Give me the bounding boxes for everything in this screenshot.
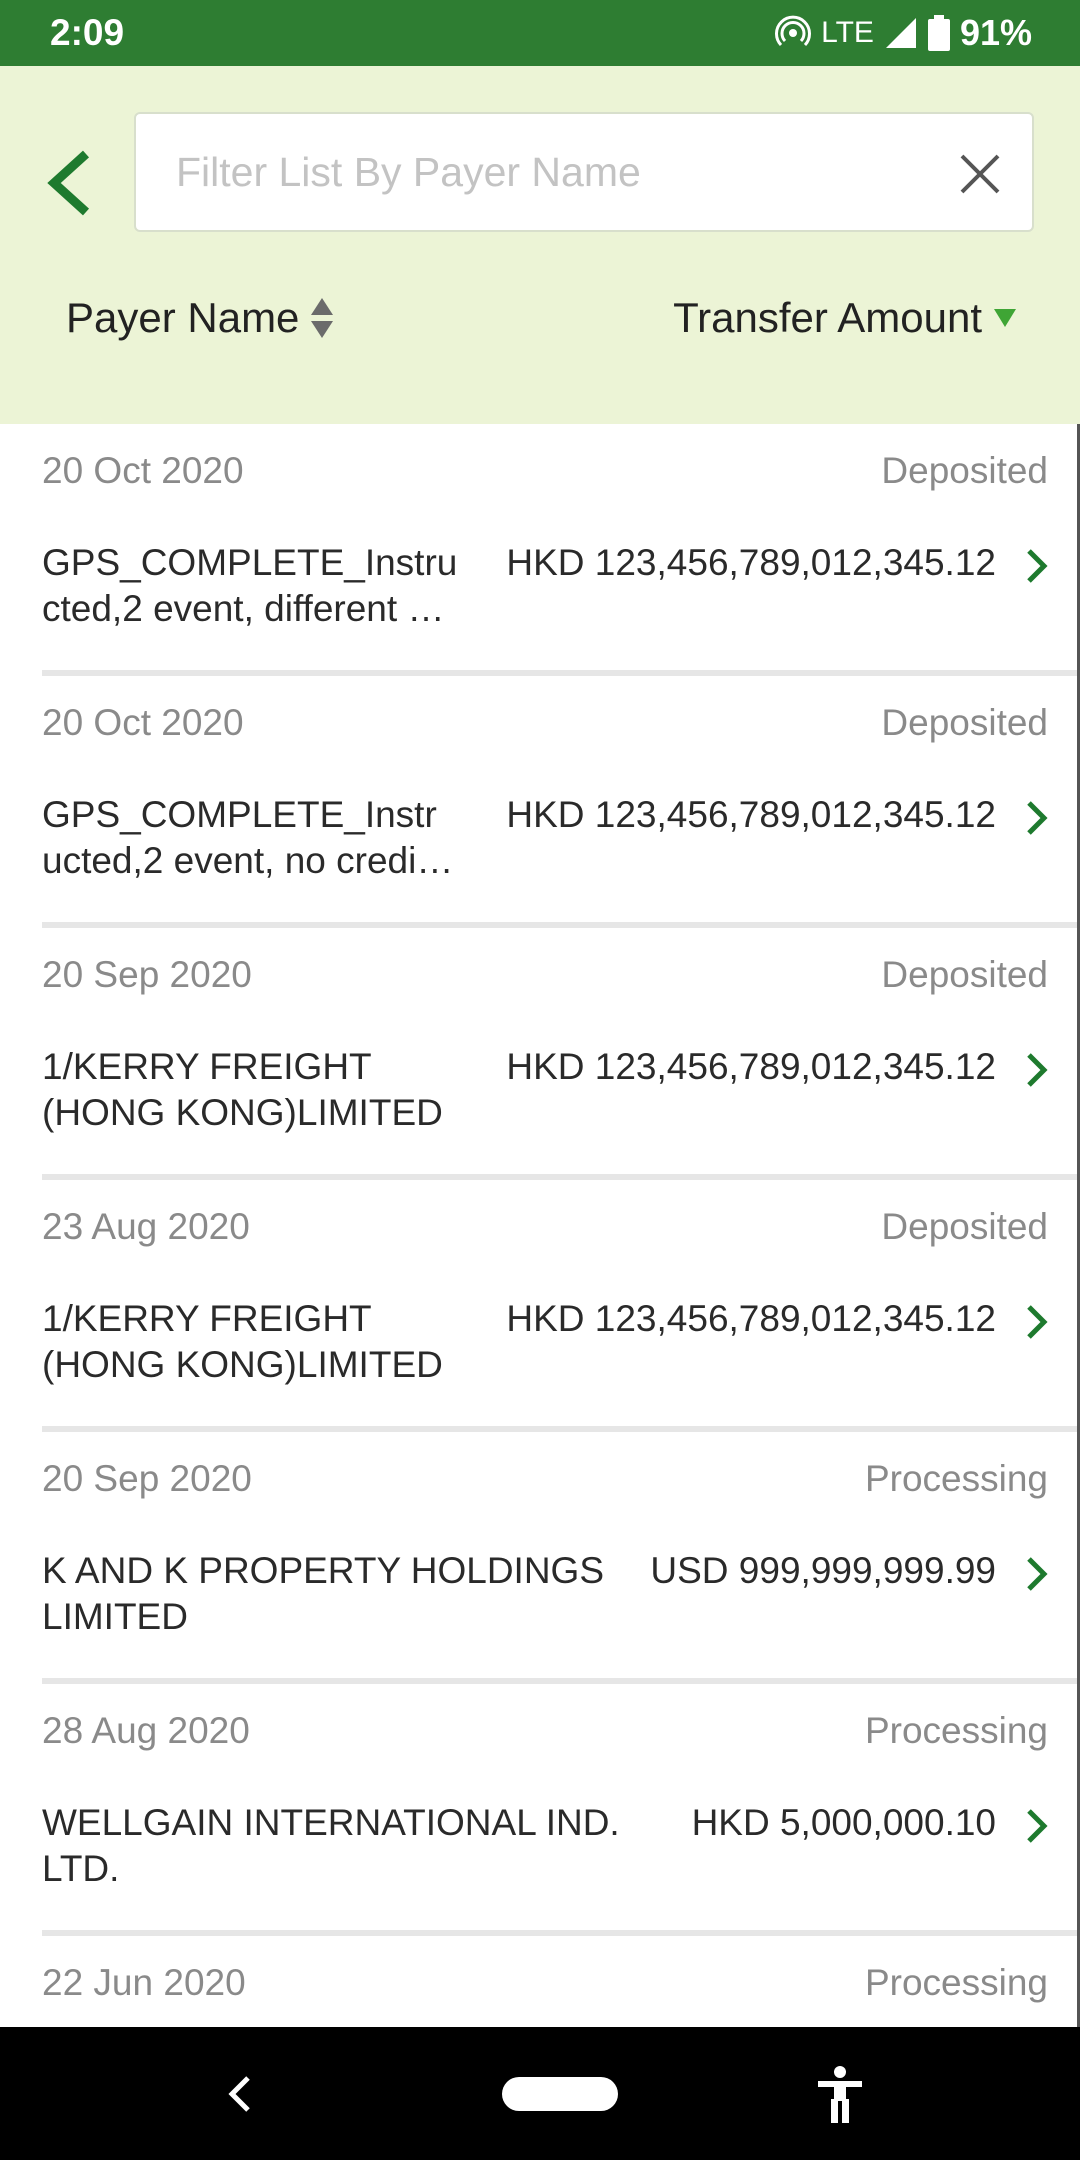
sort-up-down-icon <box>311 298 334 338</box>
transaction-list[interactable]: 20 Oct 2020 Deposited GPS_COMPLETE_Instr… <box>0 424 1080 2027</box>
item-status: Deposited <box>881 702 1048 743</box>
item-status: Processing <box>864 1710 1048 1751</box>
item-status: Deposited <box>881 954 1048 995</box>
accessibility-icon[interactable] <box>814 2065 866 2123</box>
sort-by-transfer-amount[interactable]: Transfer Amount <box>673 294 1018 342</box>
item-status: Deposited <box>881 450 1048 491</box>
item-payer: WELLGAIN INTERNATIONAL IND. LTD. <box>42 1802 620 1889</box>
search-box <box>134 112 1034 232</box>
item-date: 23 Aug 2020 <box>42 1206 250 1247</box>
chevron-right-icon <box>1027 1557 1048 1591</box>
back-button[interactable] <box>38 142 100 224</box>
item-date: 20 Oct 2020 <box>42 450 244 491</box>
status-time: 2:09 <box>50 12 125 53</box>
item-payer: GPS_COMPLETE_Instr ucted,2 event, no cre… <box>42 794 454 881</box>
list-item[interactable]: 23 Aug 2020 Deposited 1/KERRY FREIGHT (H… <box>42 1180 1077 1432</box>
item-amount: HKD 123,456,789,012,345.12 <box>506 1298 996 1339</box>
battery-percent: 91% <box>959 12 1032 53</box>
item-date: 22 Jun 2020 <box>42 1962 246 2003</box>
item-amount: HKD 123,456,789,012,345.12 <box>506 1046 996 1087</box>
item-date: 28 Aug 2020 <box>42 1710 250 1751</box>
item-status: Deposited <box>881 1206 1048 1247</box>
sort-amount-label: Transfer Amount <box>673 294 982 341</box>
item-date: 20 Sep 2020 <box>42 1458 252 1499</box>
sort-down-icon <box>994 309 1016 327</box>
list-item[interactable]: 20 Sep 2020 Processing K AND K PROPERTY … <box>42 1432 1077 1684</box>
filter-header: Payer Name Transfer Amount <box>0 66 1080 424</box>
sort-payer-label: Payer Name <box>66 294 300 341</box>
network-type: LTE <box>821 16 874 49</box>
hotspot-icon <box>775 15 812 47</box>
item-amount: HKD 5,000,000.10 <box>691 1802 996 1843</box>
nav-back-icon[interactable] <box>222 2073 256 2115</box>
sort-by-payer-name[interactable]: Payer Name <box>66 294 335 342</box>
list-item[interactable]: 28 Aug 2020 Processing WELLGAIN INTERNAT… <box>42 1684 1077 1936</box>
item-status: Processing <box>864 1458 1048 1499</box>
item-date: 20 Oct 2020 <box>42 702 244 743</box>
list-item[interactable]: 20 Oct 2020 Deposited GPS_COMPLETE_Instr… <box>42 676 1077 928</box>
item-date: 20 Sep 2020 <box>42 954 252 995</box>
close-icon <box>960 154 1000 194</box>
system-nav-bar <box>0 2027 1080 2160</box>
signal-icon <box>885 18 916 48</box>
status-icons: LTE 91% <box>775 12 1032 54</box>
item-status: Processing <box>864 1962 1048 2003</box>
chevron-left-icon <box>47 150 90 216</box>
item-amount: USD 999,999,999.99 <box>650 1550 996 1591</box>
chevron-right-icon <box>1027 1305 1048 1339</box>
battery-icon <box>927 15 950 51</box>
chevron-right-icon <box>1027 801 1048 835</box>
item-payer: 1/KERRY FREIGHT (HONG KONG)LIMITED <box>42 1298 443 1385</box>
chevron-right-icon <box>1027 549 1048 583</box>
status-bar: 2:09 LTE 91% <box>0 0 1080 66</box>
list-item[interactable]: 20 Sep 2020 Deposited 1/KERRY FREIGHT (H… <box>42 928 1077 1180</box>
item-payer: K AND K PROPERTY HOLDINGS LIMITED <box>42 1550 605 1637</box>
item-amount: HKD 123,456,789,012,345.12 <box>506 542 996 583</box>
chevron-right-icon <box>1027 1809 1048 1843</box>
search-input[interactable] <box>136 114 956 230</box>
item-amount: HKD 123,456,789,012,345.12 <box>506 794 996 835</box>
chevron-right-icon <box>1027 1053 1048 1087</box>
list-item[interactable]: 20 Oct 2020 Deposited GPS_COMPLETE_Instr… <box>42 424 1077 676</box>
nav-home-button[interactable] <box>502 2077 618 2111</box>
list-item[interactable]: 22 Jun 2020 Processing <box>42 1936 1077 2027</box>
item-payer: 1/KERRY FREIGHT (HONG KONG)LIMITED <box>42 1046 443 1133</box>
clear-search-button[interactable] <box>956 150 1004 198</box>
item-payer: GPS_COMPLETE_Instru cted,2 event, differ… <box>42 542 458 629</box>
